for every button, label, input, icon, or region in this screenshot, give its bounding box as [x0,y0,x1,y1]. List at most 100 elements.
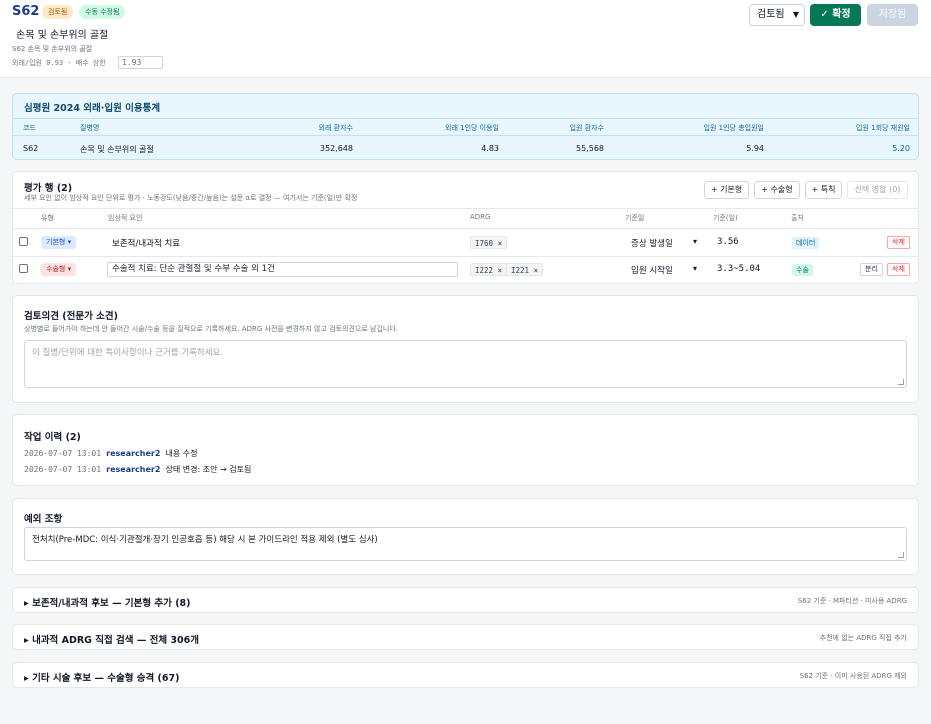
row-type-label: 기본형 [46,238,66,246]
row-date-select[interactable]: 증상 발생일 [631,237,673,249]
adrg-chip[interactable]: I222 × [470,263,508,276]
status-badge-manual: 수동 수정됨 [79,5,126,19]
review-desc: 상병별로 들어가야 하는데 안 들어간 시술/수술 등을 질적으로 기록하세요.… [24,325,398,333]
adrg-chip[interactable]: I221 × [506,263,544,276]
resize-handle-icon[interactable] [898,552,904,558]
delete-row-button[interactable]: 삭제 [887,263,910,276]
history-timestamp: 2026-07-07 13:01 [24,449,102,458]
stats-card: 심평원 2024 외래·입원 이용통계 코드 질병명 외래 환자수 외래 1인당… [12,93,919,160]
row-type-label: 수술형 [46,265,66,273]
stats-header-row: 코드 질병명 외래 환자수 외래 1인당 이용일 입원 환자수 입원 1인당 총… [13,118,918,136]
remove-icon[interactable]: × [534,266,539,275]
eval-rows-card: 평가 행 (2) 세부 요인 없이 임상적 요인 단위로 평가 · 노동강도(낮… [12,171,919,284]
collapsible-hint: 추천에 없는 ADRG 직접 추가 [819,634,907,642]
add-special-button[interactable]: + 특칙 [805,181,842,199]
ratio-label: 외래/입원 0.93 · 배수 상한 [12,59,106,67]
exception-title: 예외 조항 [24,514,63,525]
row-checkbox[interactable] [19,237,28,246]
collapsible-hint: S62 기준 · M파티션 · 미사용 ADRG [797,597,907,605]
col-days: 기준(일) [713,214,738,222]
collapsible-title: ▸ 내과적 ADRG 직접 검색 — 전체 306개 [24,635,200,646]
history-card: 작업 이력 (2) 2026-07-07 13:01 researcher2 내… [12,414,919,486]
table-divider [13,256,918,257]
review-placeholder: 이 질병/단위에 대한 특이사항이나 근거를 기록하세요. [32,348,224,358]
stats-col-inpatients: 입원 환자수 [569,124,604,132]
page-header: S62 검토됨 수동 수정됨 손목 및 손부위의 골절 S62 손목 및 손부위… [0,0,931,78]
history-title: 작업 이력 (2) [24,432,81,443]
status-badge-reviewed: 검토됨 [42,5,74,19]
review-title: 검토의견 (전문가 소견) [24,311,118,322]
col-type: 유형 [41,214,54,222]
chevron-down-icon: ▾ [67,265,72,273]
resize-handle-icon[interactable] [898,379,904,385]
review-textarea[interactable]: 이 질병/단위에 대한 특이사항이나 근거를 기록하세요. [24,340,907,388]
delete-row-button[interactable]: 삭제 [887,236,910,249]
history-action: 상태 변경: 조안 → 검토됨 [165,465,252,474]
stats-col-stay-days: 입원 1회당 재원일 [856,124,910,132]
chevron-down-icon: ▾ [67,238,72,246]
row-days[interactable]: 3.3~5.04 [717,264,760,274]
status-select[interactable]: 검토됨 ▼ [749,4,805,26]
col-factor: 임상적 요인 [108,214,143,222]
collapsible-other-procedures[interactable]: ▸ 기타 시술 후보 — 수술형 승격 (67) S62 기준 · 이미 사용된… [12,662,919,688]
stats-cell-outpatients: 352,648 [319,144,353,153]
chevron-down-icon: ▼ [792,10,799,19]
merge-selected-button[interactable]: 선택 병합 (0) [847,181,908,199]
chevron-down-icon: ▾ [693,264,698,273]
stats-col-name: 질병명 [80,124,100,132]
chevron-down-icon: ▾ [693,237,698,246]
disease-code: S62 [12,4,40,19]
stats-cell-outpatient-days: 4.83 [481,144,499,153]
confirm-button[interactable]: ✓ 확정 [810,4,861,26]
row-checkbox[interactable] [19,264,28,273]
stats-cell-stay-days: 5.20 [892,144,910,153]
history-item: 2026-07-07 13:01 researcher2 상태 변경: 조안 →… [24,464,251,475]
table-divider [13,208,918,209]
stats-col-outpatient-days: 외래 1인당 이용일 [445,124,499,132]
eval-title: 평가 행 (2) [24,183,73,194]
eval-desc: 세부 요인 없이 임상적 요인 단위로 평가 · 노동강도(낮음/중간/높음)는… [24,194,358,202]
row-type-select[interactable]: 기본형 ▾ [41,236,77,249]
row-factor[interactable]: 보존적/내과적 치료 [112,237,180,249]
row-date-select[interactable]: 입원 시작일 [631,264,673,276]
collapsible-adrg-search[interactable]: ▸ 내과적 ADRG 직접 검색 — 전체 306개 추천에 없는 ADRG 직… [12,624,919,650]
stats-col-code: 코드 [23,124,36,132]
row-days[interactable]: 3.56 [717,237,739,247]
review-card: 검토의견 (전문가 소견) 상병별로 들어가야 하는데 안 들어간 시술/수술 … [12,295,919,403]
col-date: 기준일 [625,214,645,222]
stats-cell-inpatients: 55,568 [576,144,604,153]
history-user: researcher2 [106,465,161,474]
adrg-chip[interactable]: I760 × [470,236,508,249]
history-user: researcher2 [106,449,161,458]
adrg-code: I760 [475,239,494,248]
history-timestamp: 2026-07-07 13:01 [24,465,102,474]
adrg-code: I221 [511,266,530,275]
stats-cell-inpatient-total-days: 5.94 [746,144,764,153]
row-type-select[interactable]: 수술형 ▾ [41,263,77,276]
col-source: 출처 [791,214,804,222]
adrg-code: I222 [475,266,494,275]
exception-textarea[interactable]: 전처치(Pre-MDC: 이식·기관절개·장기 인공호흡 등) 해당 시 본 가… [24,527,907,561]
collapsible-title: ▸ 기타 시술 후보 — 수술형 승격 (67) [24,673,180,684]
collapsible-conservative-candidates[interactable]: ▸ 보존적/내과적 후보 — 기본형 추가 (8) S62 기준 · M파티션 … [12,587,919,613]
exception-text: 전처치(Pre-MDC: 이식·기관절개·장기 인공호흡 등) 해당 시 본 가… [32,535,378,545]
history-item: 2026-07-07 13:01 researcher2 내용 수정 [24,448,198,459]
stats-cell-name: 손목 및 손부위의 골절 [80,145,154,154]
add-surgical-button[interactable]: + 수술형 [754,181,800,199]
remove-icon[interactable]: × [498,266,503,275]
row-factor-input[interactable]: 수술적 치료: 단순 관혈절 및 수부 수술 외 1건 [107,262,458,277]
save-button[interactable]: 저장됨 [867,4,918,26]
row-source-badge: 수술 [792,264,813,276]
page-subtitle: S62 손목 및 손부위의 골절 [12,45,93,53]
table-divider [13,228,918,229]
history-action: 내용 수정 [165,449,198,458]
ratio-cap-input[interactable]: 1.93 [118,56,163,69]
remove-icon[interactable]: × [498,239,503,248]
stats-cell-code: S62 [23,144,39,153]
status-select-value: 검토됨 [757,9,785,20]
page-title: 손목 및 손부위의 골절 [16,30,109,41]
stats-col-inpatient-total-days: 입원 1인당 총입원일 [703,124,764,132]
add-basic-button[interactable]: + 기본형 [704,181,749,199]
collapsible-title: ▸ 보존적/내과적 후보 — 기본형 추가 (8) [24,598,191,609]
split-row-button[interactable]: 분리 [860,263,883,276]
